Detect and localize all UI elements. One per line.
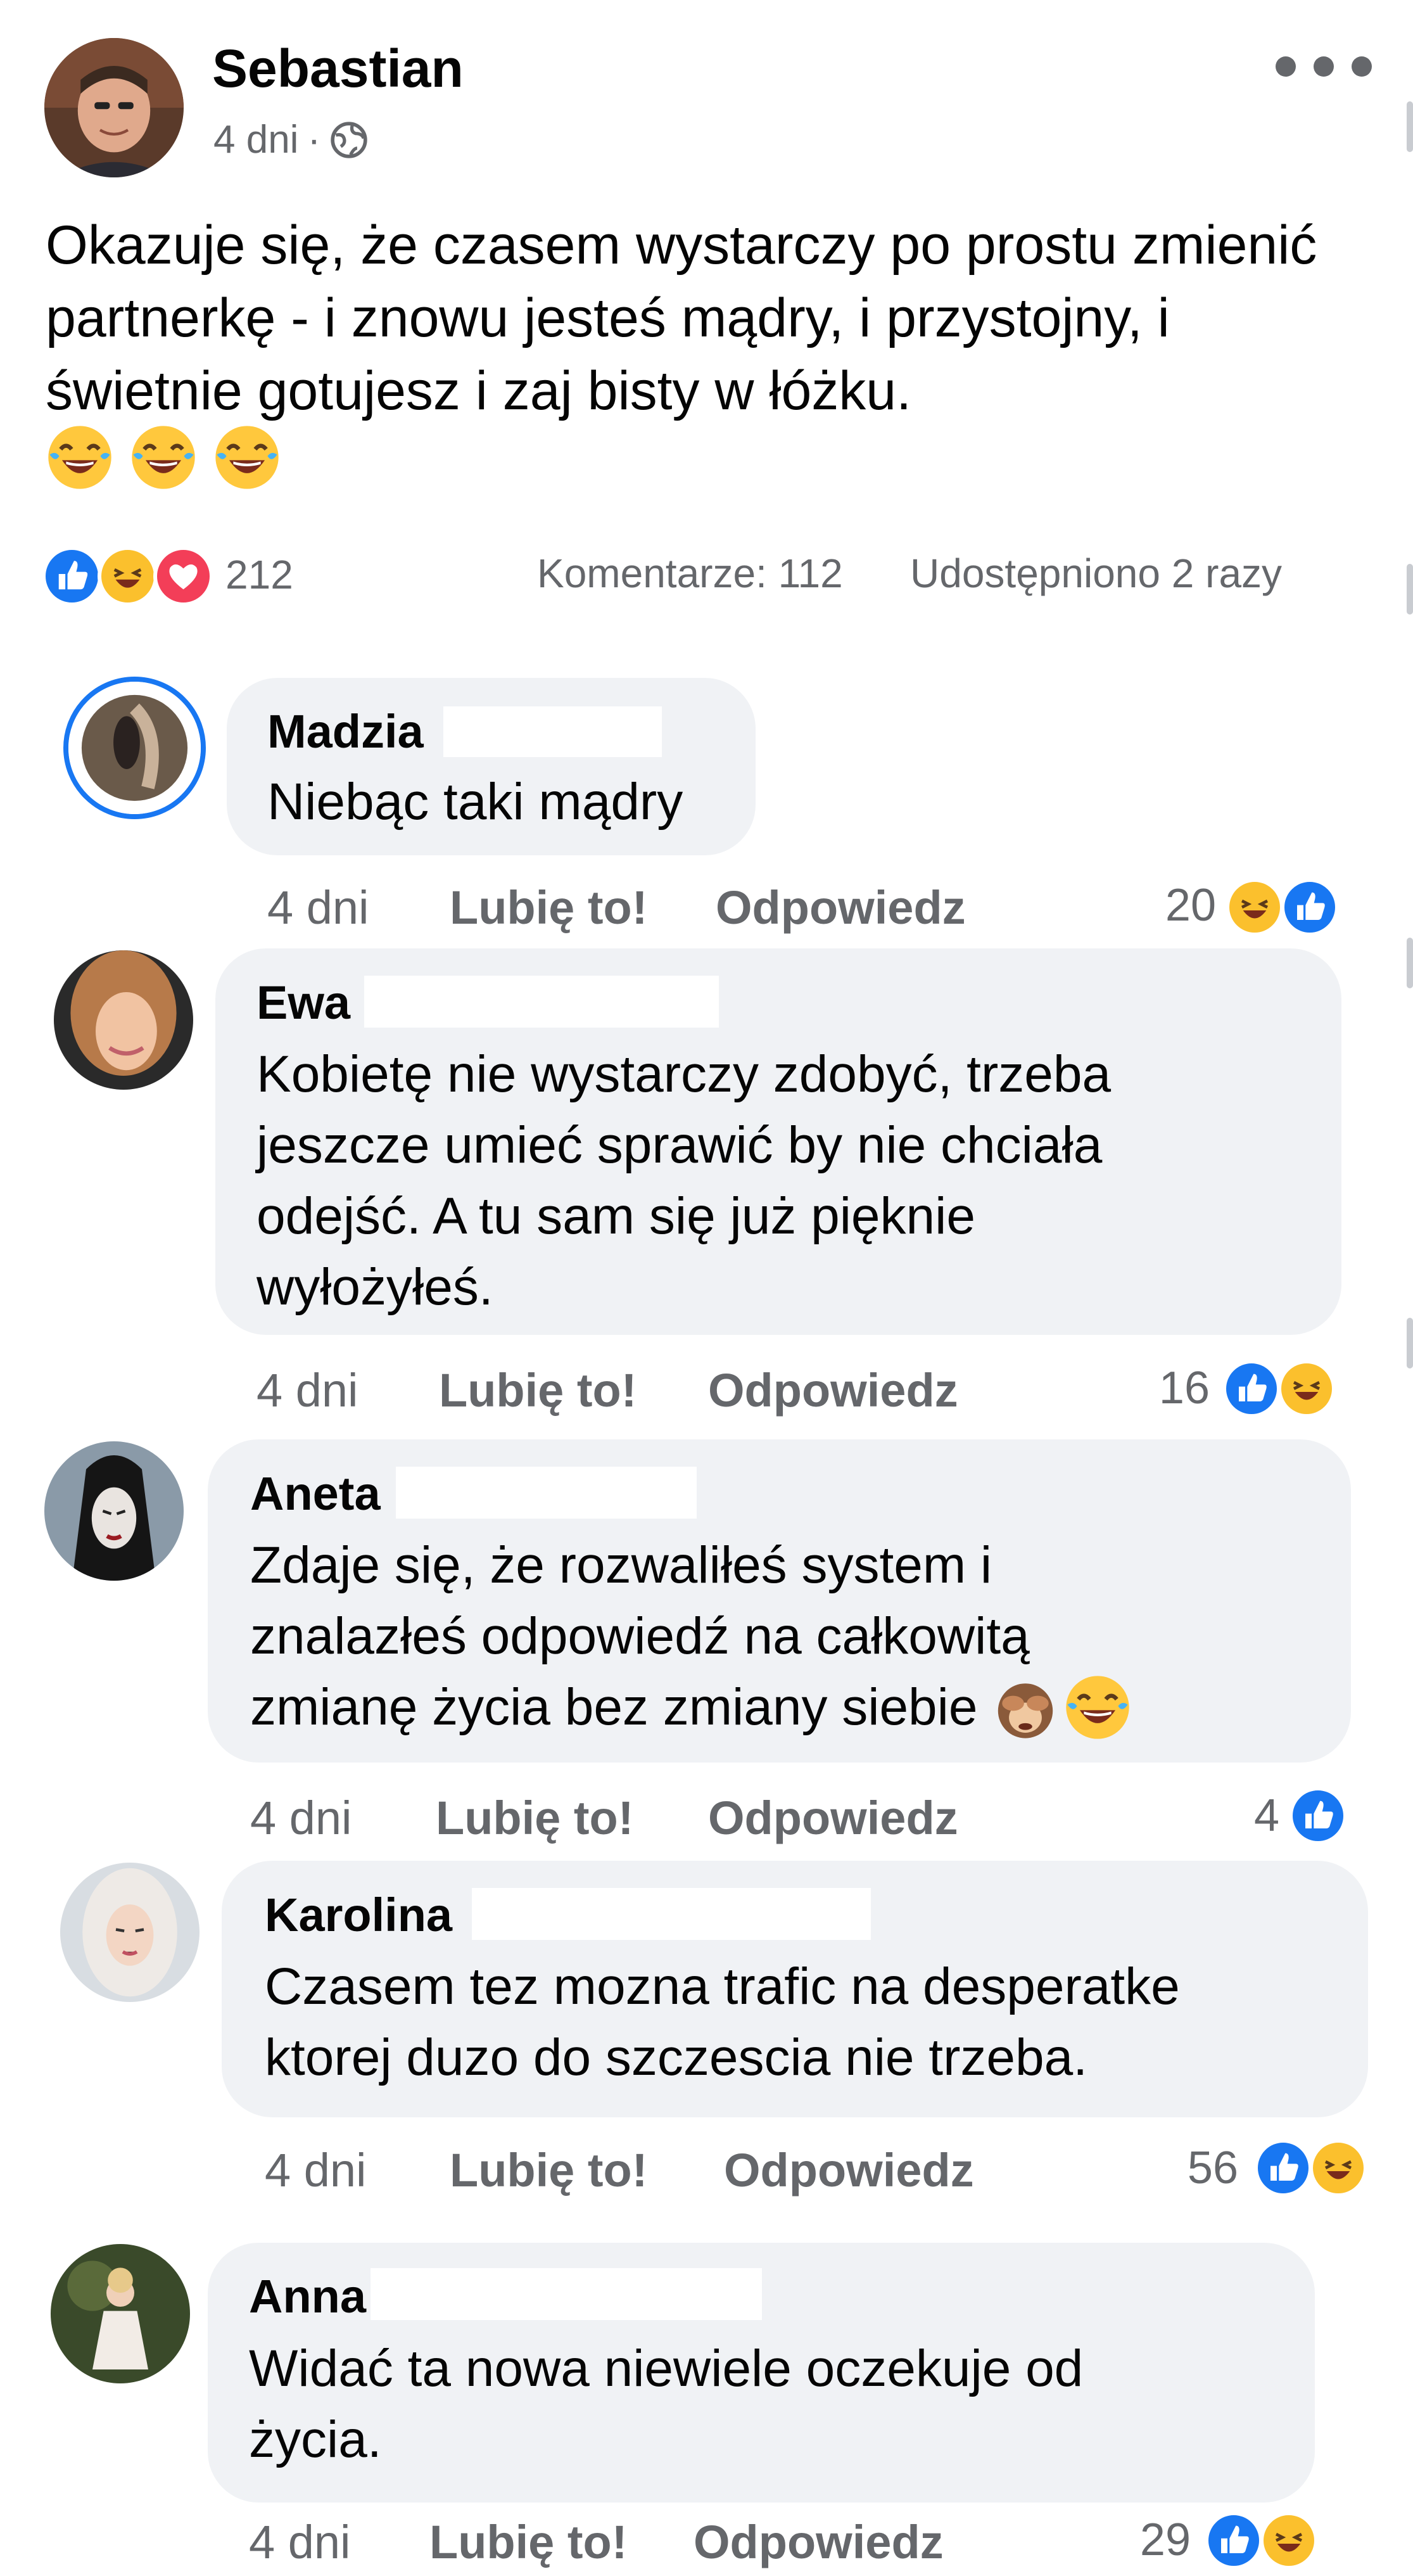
post-time[interactable]: 4 dni: [213, 117, 298, 162]
comment-time[interactable]: 4 dni: [250, 1791, 352, 1845]
comment-reaction-count[interactable]: 29: [1096, 2514, 1191, 2566]
comment-reaction-count[interactable]: 20: [1115, 879, 1216, 931]
love-reaction-icon: [153, 546, 213, 606]
comment-text: Widać ta nowa niewiele oczekuje od życia…: [249, 2340, 1084, 2468]
globe-icon: [329, 120, 369, 160]
like-comment-button[interactable]: Lubię to!: [429, 2515, 627, 2569]
haha-reaction-icon: [98, 546, 158, 606]
meta-separator: ·: [307, 118, 321, 162]
comments-count[interactable]: Komentarze: 112: [537, 550, 843, 597]
commenter-name[interactable]: Aneta: [250, 1467, 381, 1521]
side-marker: [1407, 101, 1413, 152]
haha-reaction-icon: [1309, 2139, 1367, 2197]
reply-comment-button[interactable]: Odpowiedz: [708, 1363, 958, 1417]
like-reaction-icon: [1254, 2139, 1312, 2197]
commenter-avatar[interactable]: [51, 2244, 190, 2383]
reply-comment-button[interactable]: Odpowiedz: [724, 2143, 974, 2197]
laughing-tears-emoji: [213, 423, 281, 492]
comment-text: Kobietę nie wystarczy zdobyć, trzeba jes…: [257, 1045, 1112, 1316]
laughing-tears-emoji: [1063, 1673, 1132, 1742]
author-name[interactable]: Sebastian: [212, 38, 464, 99]
comment-time[interactable]: 4 dni: [265, 2143, 366, 2197]
like-comment-button[interactable]: Lubię to!: [436, 1791, 633, 1845]
author-avatar[interactable]: [44, 38, 184, 177]
name-redaction: [371, 2268, 762, 2320]
comment-reaction-count[interactable]: 56: [1140, 2142, 1238, 2194]
commenter-avatar[interactable]: [60, 1863, 200, 2002]
more-dots-icon[interactable]: [1267, 51, 1381, 82]
commenter-name[interactable]: Madzia: [267, 705, 424, 758]
name-redaction: [364, 976, 719, 1028]
comment-time[interactable]: 4 dni: [257, 1363, 358, 1417]
laughing-tears-emoji: [46, 423, 114, 492]
like-comment-button[interactable]: Lubię to!: [450, 2143, 647, 2197]
side-marker: [1407, 1318, 1413, 1368]
laughing-tears-emoji: [129, 423, 198, 492]
reaction-summary[interactable]: 212: [42, 546, 396, 606]
commenter-name[interactable]: Ewa: [257, 976, 350, 1030]
commenter-name[interactable]: Karolina: [265, 1888, 452, 1942]
name-redaction: [443, 706, 662, 757]
comment-reaction-count[interactable]: 4: [1203, 1790, 1279, 1842]
commenter-avatar[interactable]: [54, 950, 193, 1090]
name-redaction: [472, 1888, 871, 1940]
haha-reaction-icon: [1277, 1360, 1336, 1418]
haha-reaction-icon: [1226, 878, 1284, 936]
comment-time[interactable]: 4 dni: [267, 881, 369, 934]
name-redaction: [396, 1467, 697, 1519]
comment-text: Zdaje się, że rozwaliłeś system i znalaz…: [250, 1530, 1340, 1743]
reply-comment-button[interactable]: Odpowiedz: [708, 1791, 958, 1845]
reply-comment-button[interactable]: Odpowiedz: [716, 881, 966, 934]
like-comment-button[interactable]: Lubię to!: [450, 881, 647, 934]
side-marker: [1407, 564, 1413, 615]
comment-text: Niebąc taki mądry: [267, 773, 683, 831]
reply-comment-button[interactable]: Odpowiedz: [694, 2515, 944, 2569]
post-meta: 4 dni ·: [213, 117, 369, 162]
like-reaction-icon: [1205, 2511, 1263, 2570]
comment-reaction-count[interactable]: 16: [1115, 1362, 1210, 1414]
commenter-avatar[interactable]: [44, 1441, 184, 1581]
comment-time[interactable]: 4 dni: [249, 2515, 350, 2569]
like-reaction-icon: [1222, 1360, 1281, 1418]
see-no-evil-monkey-emoji: [991, 1673, 1060, 1742]
like-comment-button[interactable]: Lubię to!: [439, 1363, 637, 1417]
comment-text: Czasem tez mozna trafic na desperatke kt…: [265, 1958, 1180, 2086]
side-marker: [1407, 938, 1413, 988]
post-text: Okazuje się, że czasem wystarczy po pros…: [46, 215, 1317, 421]
commenter-avatar[interactable]: [63, 677, 206, 819]
commenter-name[interactable]: Anna: [249, 2269, 366, 2323]
shares-count[interactable]: Udostępniono 2 razy: [910, 550, 1282, 597]
like-reaction-icon: [42, 546, 102, 606]
like-reaction-icon: [1281, 878, 1339, 936]
like-reaction-icon: [1289, 1787, 1347, 1845]
post-emoji-row: [46, 423, 296, 496]
haha-reaction-icon: [1260, 2511, 1318, 2570]
reactions-count: 212: [225, 552, 293, 597]
